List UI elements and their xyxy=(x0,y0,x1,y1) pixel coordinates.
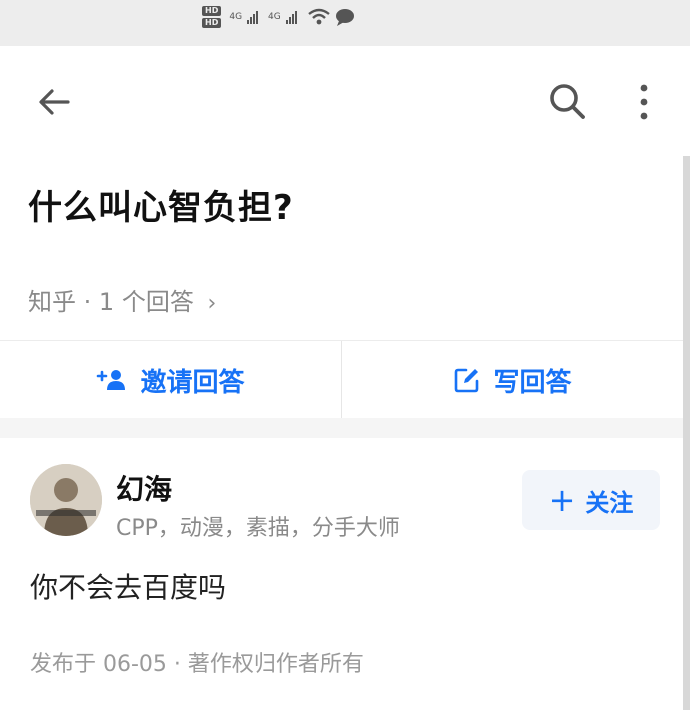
write-answer-button[interactable]: 写回答 xyxy=(342,341,683,419)
action-bar: 邀请回答 写回答 xyxy=(0,340,683,419)
invite-answer-button[interactable]: 邀请回答 xyxy=(0,341,341,419)
write-answer-label: 写回答 xyxy=(493,367,572,398)
top-app-bar xyxy=(0,46,690,156)
scrollbar[interactable] xyxy=(683,156,690,710)
avatar-image xyxy=(30,464,102,536)
hd-indicators: HD HD xyxy=(202,6,222,28)
signal-icon-2 xyxy=(285,10,297,24)
back-arrow-icon[interactable] xyxy=(34,82,74,122)
answer-meta: 发布于 06-05 · 著作权归作者所有 xyxy=(30,652,364,677)
section-divider xyxy=(0,418,683,438)
avatar[interactable] xyxy=(30,464,102,536)
status-bar: HD HD 4G 4G xyxy=(0,0,690,46)
search-icon[interactable] xyxy=(546,80,588,122)
answer-card: 幻海 CPP，动漫，素描，分手大师 + 关注 你不会去百度吗 发布于 06-05… xyxy=(0,438,683,710)
follow-label: 关注 xyxy=(585,488,634,517)
invite-user-icon xyxy=(97,370,126,390)
network-type-1: 4G xyxy=(229,12,243,22)
hd-badge-2: HD xyxy=(202,18,222,28)
source-label: 知乎 xyxy=(28,288,76,316)
edit-icon xyxy=(455,368,479,393)
more-vertical-icon[interactable] xyxy=(632,82,656,122)
status-icons: HD HD 4G 4G xyxy=(202,0,355,34)
invite-answer-label: 邀请回答 xyxy=(140,367,245,398)
author-name[interactable]: 幻海 xyxy=(116,468,172,508)
author-bio: CPP，动漫，素描，分手大师 xyxy=(116,516,400,541)
follow-button[interactable]: + 关注 xyxy=(522,470,660,530)
meta-separator: · xyxy=(83,288,92,316)
hd-badge-1: HD xyxy=(202,6,222,16)
answer-count: 1 个回答 xyxy=(98,288,194,316)
wifi-icon xyxy=(308,8,330,25)
network-type-2: 4G xyxy=(268,12,281,22)
plus-icon: + xyxy=(548,481,576,519)
chevron-right-icon: › xyxy=(207,291,217,316)
question-meta[interactable]: 知乎 · 1 个回答 › xyxy=(28,282,216,317)
signal-icon-1 xyxy=(247,10,259,24)
answer-content[interactable]: 你不会去百度吗 xyxy=(30,566,226,606)
question-title: 什么叫心智负担? xyxy=(28,188,294,228)
message-icon xyxy=(335,9,354,26)
